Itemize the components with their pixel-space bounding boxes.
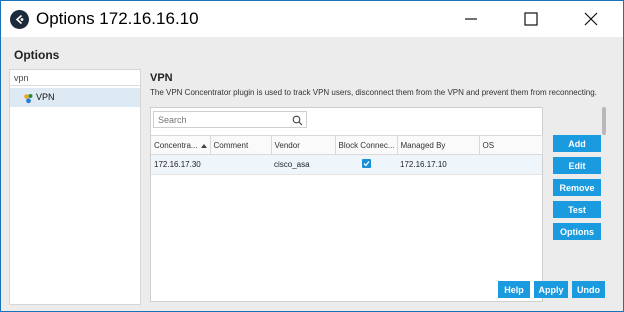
column-header-block-connections[interactable]: Block Connec... — [335, 135, 398, 155]
options-window: Options 172.16.16.10 Options vpn VPN VPN… — [0, 0, 624, 312]
sort-ascending-icon — [200, 141, 207, 150]
concentrator-grid-panel: Concentra... Comment Vendor Block Connec… — [150, 107, 543, 302]
remove-button[interactable]: Remove — [553, 179, 601, 196]
column-header-vendor[interactable]: Vendor — [271, 135, 336, 155]
column-header-comment[interactable]: Comment — [210, 135, 272, 155]
table-row[interactable]: 172.16.17.30 cisco_asa 172.16.17.10 — [151, 154, 542, 175]
maximize-button[interactable] — [508, 1, 554, 37]
window-title: Options 172.16.16.10 — [36, 9, 199, 28]
vpn-title: VPN — [150, 72, 173, 84]
add-button[interactable]: Add — [553, 135, 601, 152]
column-header-concentrator[interactable]: Concentra... — [151, 135, 211, 155]
vpn-plugin-icon — [23, 91, 34, 109]
minimize-icon — [465, 18, 477, 20]
apply-button[interactable]: Apply — [534, 281, 568, 298]
table-header-row: Concentra... Comment Vendor Block Connec… — [151, 135, 543, 155]
column-header-os[interactable]: OS — [479, 135, 543, 155]
cell-managed-by: 172.16.17.10 — [397, 154, 479, 175]
edit-button[interactable]: Edit — [553, 157, 601, 174]
close-icon — [584, 12, 598, 26]
options-heading: Options — [14, 48, 60, 62]
close-button[interactable] — [568, 1, 614, 37]
undo-button[interactable]: Undo — [572, 281, 605, 298]
cell-os — [479, 154, 542, 175]
minimize-button[interactable] — [448, 1, 494, 37]
cell-block-connections — [335, 154, 397, 175]
vpn-description: The VPN Concentrator plugin is used to t… — [150, 88, 597, 97]
tree-item-label: VPN — [36, 92, 55, 102]
vpn-settings-panel: VPN The VPN Concentrator plugin is used … — [142, 69, 616, 305]
help-button[interactable]: Help — [498, 281, 530, 298]
app-logo-icon — [10, 10, 29, 29]
concentrator-table: Concentra... Comment Vendor Block Connec… — [151, 135, 543, 175]
test-button[interactable]: Test — [553, 201, 601, 218]
cell-vendor: cisco_asa — [271, 154, 335, 175]
options-button[interactable]: Options — [553, 223, 601, 240]
search-icon[interactable] — [292, 113, 303, 131]
title-bar: Options 172.16.16.10 — [1, 1, 623, 37]
search-input[interactable] — [153, 111, 307, 128]
tree-item-vpn[interactable]: VPN — [10, 88, 140, 107]
options-filter-input[interactable] — [10, 70, 140, 86]
checkmark-icon — [363, 161, 370, 167]
maximize-icon — [524, 12, 538, 26]
cell-concentrator: 172.16.17.30 — [151, 154, 210, 175]
options-nav-panel: VPN — [9, 69, 141, 305]
vertical-scrollbar[interactable] — [602, 107, 606, 135]
block-connections-checkbox[interactable] — [362, 159, 371, 168]
column-header-managed-by[interactable]: Managed By — [397, 135, 480, 155]
cell-comment — [210, 154, 271, 175]
